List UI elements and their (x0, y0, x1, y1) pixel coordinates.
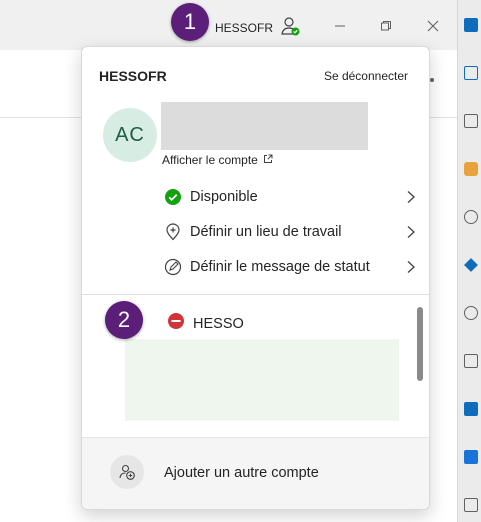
chevron-right-icon (405, 260, 417, 274)
copilot-icon[interactable] (464, 162, 478, 176)
menu-item-label: Définir le message de statut (190, 259, 370, 275)
redacted-user-info (161, 102, 368, 150)
menu-item-availability[interactable]: Disponible (162, 182, 417, 212)
tenant-name: HESSOFR (99, 68, 167, 84)
files-icon[interactable] (464, 306, 478, 320)
external-link-icon (263, 153, 273, 167)
more-options-icon[interactable] (430, 78, 434, 82)
location-icon (162, 221, 184, 243)
calendar-icon[interactable] (464, 114, 478, 128)
tasks-icon[interactable] (464, 354, 478, 368)
menu-item-label: Définir un lieu de travail (190, 224, 342, 240)
step-marker-1: 1 (171, 3, 209, 41)
close-icon[interactable] (421, 14, 445, 38)
menu-item-label: Disponible (190, 189, 258, 205)
available-status-icon (162, 186, 184, 208)
account-person-icon[interactable] (279, 15, 301, 37)
outlook-icon[interactable] (464, 18, 478, 32)
other-account-item[interactable]: HESSO (167, 312, 244, 335)
view-account-link[interactable]: Afficher le compte (162, 153, 273, 167)
menu-item-status-message[interactable]: Définir le message de statut (162, 252, 417, 282)
app-rail (457, 0, 481, 522)
add-account-label: Ajouter un autre compte (164, 465, 319, 481)
restore-icon[interactable] (374, 14, 398, 38)
divider (82, 294, 429, 295)
scrollbar[interactable] (417, 307, 423, 381)
people-icon[interactable] (464, 210, 478, 224)
chevron-right-icon (405, 190, 417, 204)
avatar: AC (103, 108, 157, 162)
app-icon[interactable] (464, 402, 478, 416)
signout-link[interactable]: Se déconnecter (324, 69, 408, 83)
add-person-icon (110, 455, 144, 489)
view-account-label[interactable]: Afficher le compte (162, 153, 258, 167)
minimize-icon[interactable] (328, 14, 352, 38)
todo-icon[interactable] (464, 258, 478, 272)
chevron-right-icon (405, 225, 417, 239)
add-account-button[interactable]: Ajouter un autre compte (82, 437, 429, 509)
account-flyout: HESSOFR Se déconnecter AC Afficher le co… (81, 46, 430, 510)
step-marker-2: 2 (105, 301, 143, 339)
app-icon[interactable] (464, 450, 478, 464)
title-bar: HESSOFR (0, 0, 457, 50)
other-account-name: HESSO (193, 315, 244, 332)
status-message-icon (162, 256, 184, 278)
apps-grid-icon[interactable] (464, 498, 478, 512)
account-name-label[interactable]: HESSOFR (215, 21, 273, 35)
redacted-account-info (125, 339, 399, 421)
menu-item-work-location[interactable]: Définir un lieu de travail (162, 217, 417, 247)
do-not-disturb-icon (167, 312, 185, 335)
mail-icon[interactable] (464, 66, 478, 80)
